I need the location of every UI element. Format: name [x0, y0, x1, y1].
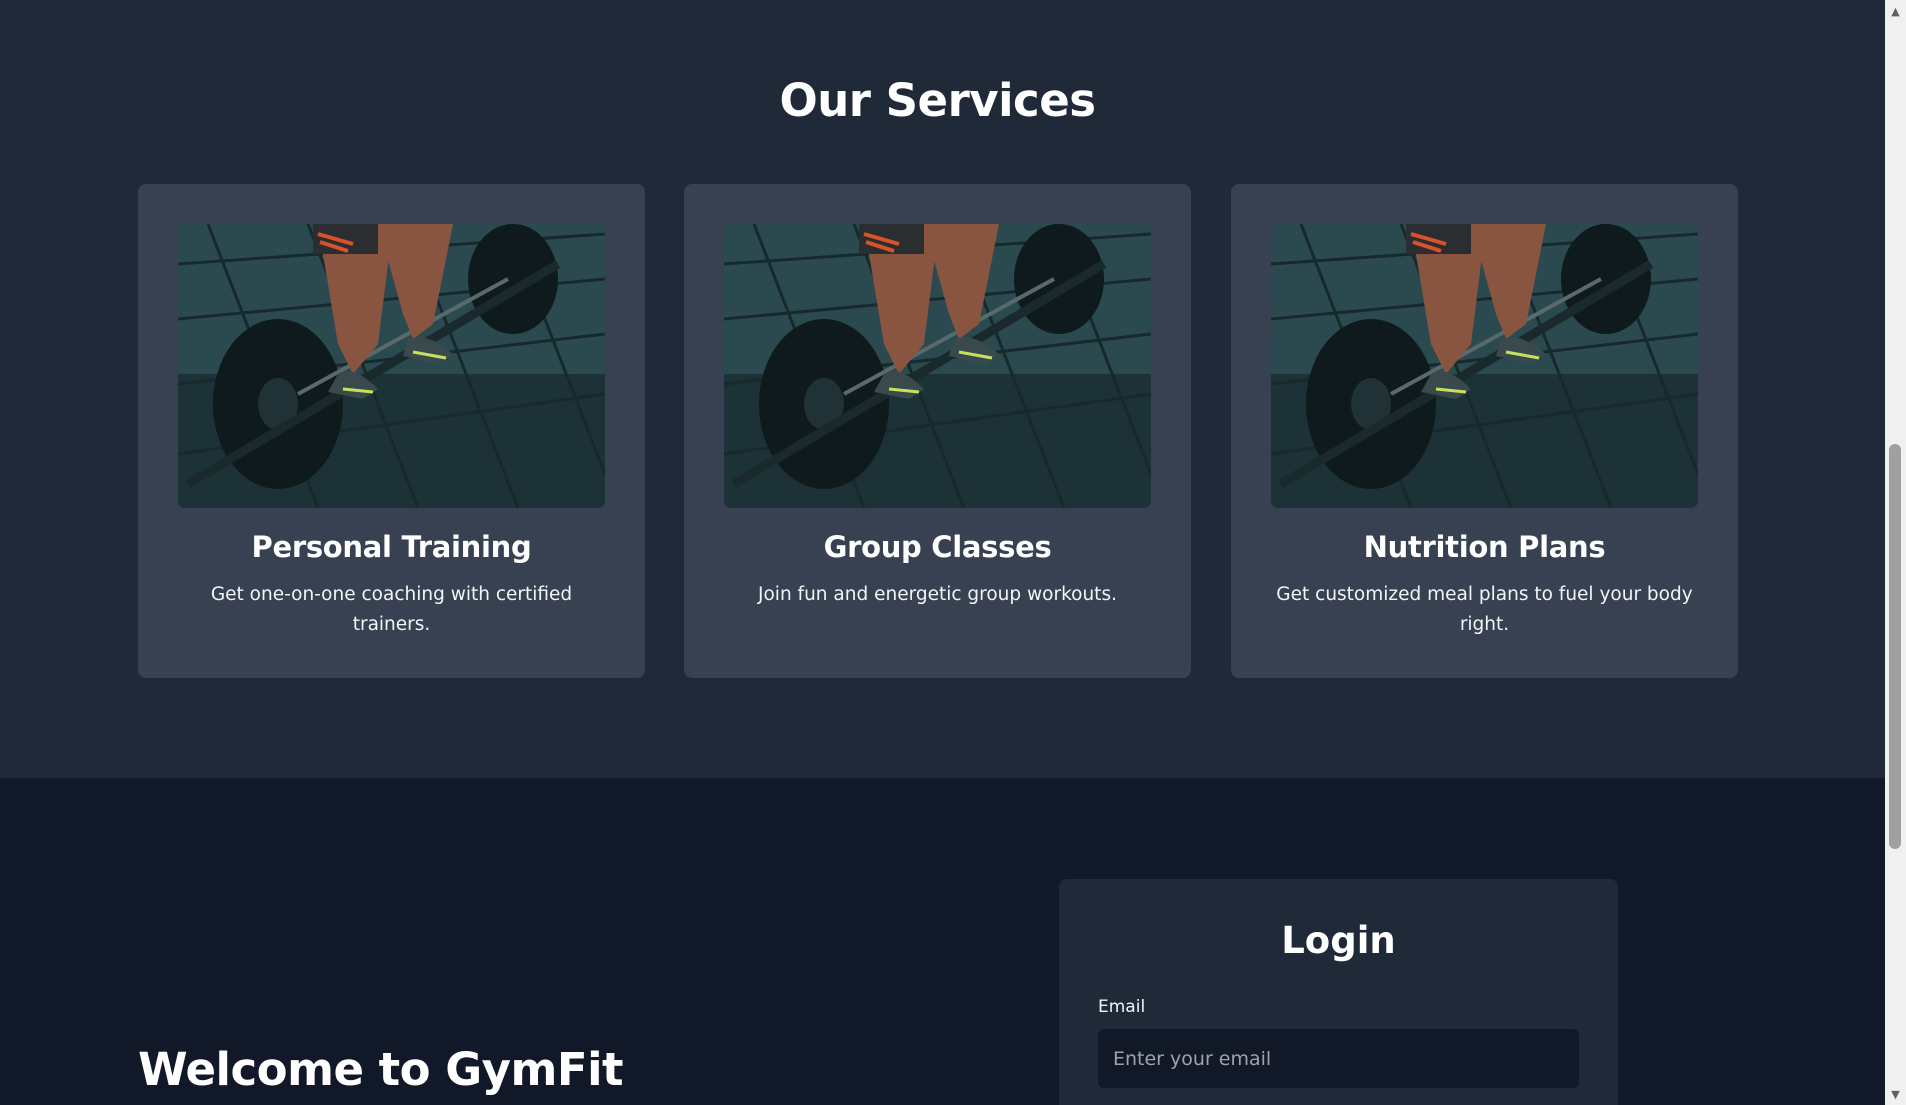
deadlift-photo: [1271, 224, 1698, 508]
service-card-image: [724, 224, 1151, 508]
service-card-image: [178, 224, 605, 508]
deadlift-photo: [724, 224, 1151, 508]
login-title: Login: [1281, 919, 1396, 962]
service-card-title: Personal Training: [251, 530, 532, 564]
login-card: Login Email: [1059, 879, 1618, 1105]
scrollbar-thumb[interactable]: [1889, 444, 1901, 849]
service-card-description: Get one-on-one coaching with certified t…: [210, 584, 573, 635]
services-title: Our Services: [779, 74, 1096, 127]
scroll-up-arrow-icon[interactable]: ▲: [1885, 2, 1906, 20]
service-card-description: Join fun and energetic group workouts.: [758, 584, 1117, 605]
scroll-down-arrow-icon[interactable]: ▼: [1885, 1085, 1906, 1103]
service-card-description: Get customized meal plans to fuel your b…: [1276, 584, 1693, 635]
service-card-title: Group Classes: [823, 530, 1052, 564]
email-label: Email: [1098, 997, 1146, 1017]
service-card-personal-training: Personal Training Get one-on-one coachin…: [138, 184, 645, 678]
email-input[interactable]: [1098, 1029, 1579, 1088]
hero-section: Welcome to GymFit Login Email: [0, 778, 1885, 1105]
deadlift-photo: [178, 224, 605, 508]
viewport: Our Services Personal Training Get one-o…: [0, 0, 1885, 1105]
service-card-group-classes: Group Classes Join fun and energetic gro…: [684, 184, 1191, 678]
service-card-title: Nutrition Plans: [1363, 530, 1606, 564]
welcome-heading: Welcome to GymFit: [138, 1043, 624, 1096]
page: Our Services Personal Training Get one-o…: [0, 0, 1906, 1105]
services-section: Our Services Personal Training Get one-o…: [0, 0, 1885, 778]
vertical-scrollbar[interactable]: ▲ ▼: [1885, 0, 1906, 1105]
service-card-nutrition-plans: Nutrition Plans Get customized meal plan…: [1231, 184, 1738, 678]
service-card-image: [1271, 224, 1698, 508]
